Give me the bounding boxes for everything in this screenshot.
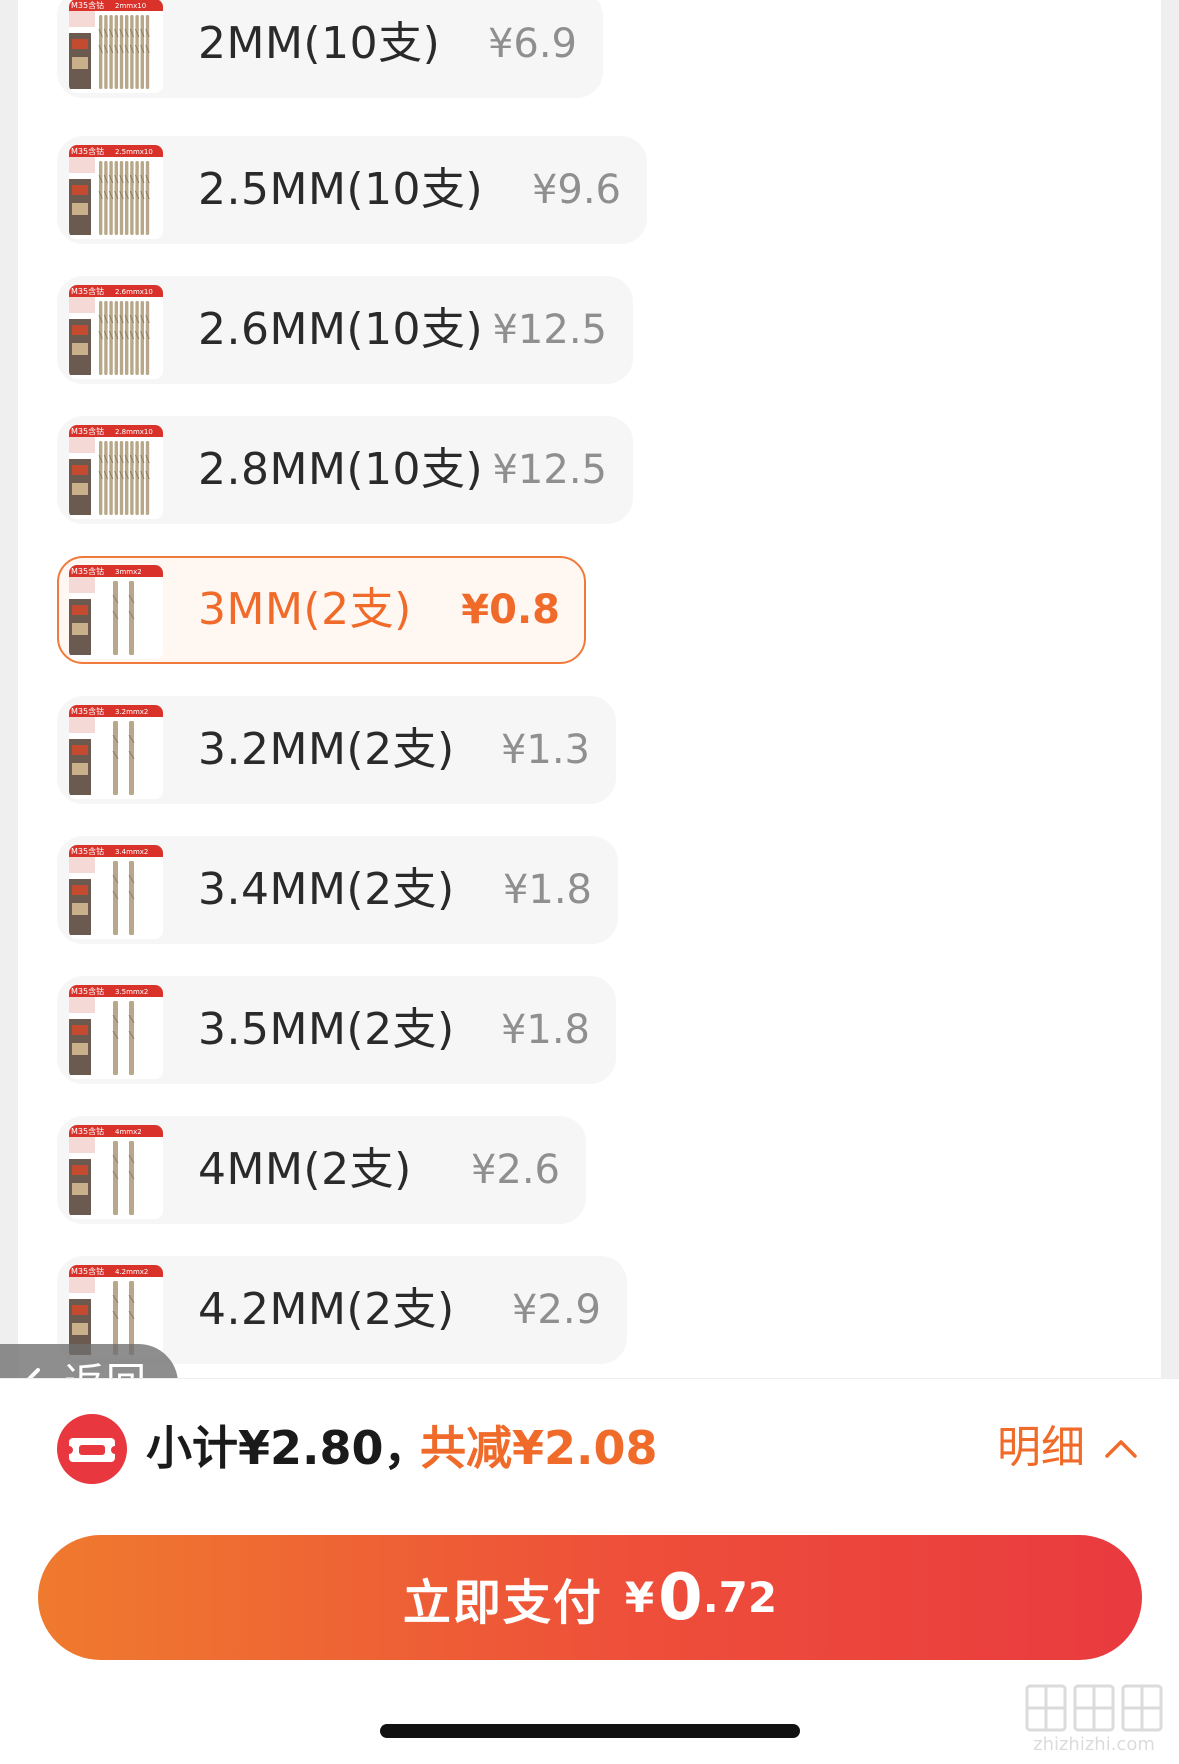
thumb-badge-text: M35含钴 <box>71 706 104 716</box>
spec-option-label: 2.5MM(10支) <box>198 164 484 215</box>
detail-label: 明细 <box>997 1422 1085 1473</box>
thumb-badge-text: M35含钴 <box>71 426 104 436</box>
pay-now-button[interactable]: 立即支付 ¥ 0 .72 <box>38 1535 1142 1660</box>
discount-text: 共减¥2.08 <box>420 1421 658 1475</box>
coupon-icon <box>57 1414 127 1484</box>
drill-bit-package-image: M35含钴 4mmx2 <box>69 1125 163 1219</box>
spec-option-3-4mm[interactable]: M35含钴 3.4mmx2 3.4MM(2支) ¥1.8 <box>57 836 618 944</box>
product-thumbnail: M35含钴 3.4mmx2 <box>69 845 163 939</box>
spec-option-label: 3MM(2支) <box>198 584 412 635</box>
spec-option-price: ¥9.6 <box>531 167 621 213</box>
product-thumbnail: M35含钴 3mmx2 <box>69 565 163 659</box>
spec-option-2-6mm[interactable]: M35含钴 2.6mmx10 2.6MM(10支) ¥12.5 <box>57 276 633 384</box>
spec-option-2-8mm[interactable]: M35含钴 2.8mmx10 2.8MM(10支) ¥12.5 <box>57 416 633 524</box>
thumb-badge-text: M35含钴 <box>71 566 104 576</box>
spec-option-price: ¥2.9 <box>511 1287 601 1333</box>
spec-option-price: ¥1.8 <box>500 1007 590 1053</box>
product-thumbnail: M35含钴 2.8mmx10 <box>69 425 163 519</box>
price-detail-toggle[interactable]: 明细 <box>997 1412 1139 1484</box>
drill-bit-package-image: M35含钴 2.5mmx10 <box>69 145 163 239</box>
spec-option-price: ¥1.8 <box>502 867 592 913</box>
spec-option-price: ¥12.5 <box>492 307 607 353</box>
pay-now-label: 立即支付 <box>402 1574 603 1631</box>
drill-bit-package-image: M35含钴 3mmx2 <box>69 565 163 659</box>
spec-option-list[interactable]: M35含钴 2mmx10 2MM(10支) ¥6.9 M35含钴 2.5mmx10 … <box>0 0 1179 1378</box>
spec-option-label: 2MM(10支) <box>198 18 441 69</box>
thumb-spec-text: 3.5mmx2 <box>115 988 148 996</box>
spec-option-label: 3.2MM(2支) <box>198 724 455 775</box>
thumb-badge-text: M35含钴 <box>71 286 104 296</box>
chevron-up-icon <box>1105 1440 1137 1458</box>
drill-bit-package-image: M35含钴 3.5mmx2 <box>69 985 163 1079</box>
spec-option-2mm[interactable]: M35含钴 2mmx10 2MM(10支) ¥6.9 <box>57 0 603 98</box>
drill-bit-package-image: M35含钴 2mmx10 <box>69 0 163 93</box>
product-thumbnail: M35含钴 4mmx2 <box>69 1125 163 1219</box>
drill-bit-package-image: M35含钴 2.6mmx10 <box>69 285 163 379</box>
thumb-badge-text: M35含钴 <box>71 0 104 10</box>
spec-option-3-2mm[interactable]: M35含钴 3.2mmx2 3.2MM(2支) ¥1.3 <box>57 696 616 804</box>
spec-option-price: ¥12.5 <box>492 447 607 493</box>
thumb-spec-text: 3mmx2 <box>115 568 142 576</box>
thumb-badge-text: M35含钴 <box>71 846 104 856</box>
drill-bit-package-image: M35含钴 3.2mmx2 <box>69 705 163 799</box>
product-thumbnail: M35含钴 2.6mmx10 <box>69 285 163 379</box>
spec-option-3mm[interactable]: M35含钴 3mmx2 3MM(2支) ¥0.8 <box>57 556 586 664</box>
spec-option-3-5mm[interactable]: M35含钴 3.5mmx2 3.5MM(2支) ¥1.8 <box>57 976 616 1084</box>
product-thumbnail: M35含钴 3.5mmx2 <box>69 985 163 1079</box>
thumb-spec-text: 3.2mmx2 <box>115 708 148 716</box>
thumb-badge-text: M35含钴 <box>71 1266 104 1276</box>
home-indicator <box>380 1724 800 1738</box>
subtotal-text: 小计¥2.80， <box>146 1421 430 1475</box>
pay-amount-decimal: .72 <box>702 1573 778 1622</box>
spec-option-price: ¥0.8 <box>461 587 560 633</box>
thumb-badge-text: M35含钴 <box>71 986 104 996</box>
spec-option-label: 2.8MM(10支) <box>198 444 484 495</box>
product-thumbnail: M35含钴 2.5mmx10 <box>69 145 163 239</box>
drill-bit-package-image: M35含钴 3.4mmx2 <box>69 845 163 939</box>
drill-bit-package-image: M35含钴 2.8mmx10 <box>69 425 163 519</box>
spec-option-label: 3.5MM(2支) <box>198 1004 455 1055</box>
thumb-spec-text: 2.5mmx10 <box>115 148 153 156</box>
thumb-badge-text: M35含钴 <box>71 146 104 156</box>
product-thumbnail: M35含钴 3.2mmx2 <box>69 705 163 799</box>
site-watermark: zhizhizhi.com <box>1019 1680 1169 1760</box>
spec-option-price: ¥1.3 <box>500 727 590 773</box>
spec-option-price: ¥6.9 <box>487 21 577 67</box>
thumb-badge-text: M35含钴 <box>71 1126 104 1136</box>
thumb-spec-text: 4mmx2 <box>115 1128 142 1136</box>
spec-option-label: 3.4MM(2支) <box>198 864 455 915</box>
thumb-spec-text: 2.8mmx10 <box>115 428 153 436</box>
watermark-logo <box>1025 1684 1163 1732</box>
spec-option-4mm[interactable]: M35含钴 4mmx2 4MM(2支) ¥2.6 <box>57 1116 586 1224</box>
thumb-spec-text: 2mmx10 <box>115 2 146 10</box>
watermark-text: zhizhizhi.com <box>1033 1734 1155 1755</box>
thumb-spec-text: 4.2mmx2 <box>115 1268 148 1276</box>
thumb-spec-text: 2.6mmx10 <box>115 288 153 296</box>
spec-option-label: 4.2MM(2支) <box>198 1284 455 1335</box>
product-thumbnail: M35含钴 2mmx10 <box>69 0 163 93</box>
spec-option-2-5mm[interactable]: M35含钴 2.5mmx10 2.5MM(10支) ¥9.6 <box>57 136 647 244</box>
pay-amount-integer: 0 <box>658 1560 703 1635</box>
spec-option-label: 4MM(2支) <box>198 1144 412 1195</box>
pay-currency: ¥ <box>624 1573 655 1622</box>
spec-option-label: 2.6MM(10支) <box>198 304 484 355</box>
spec-option-price: ¥2.6 <box>470 1147 560 1193</box>
thumb-spec-text: 3.4mmx2 <box>115 848 148 856</box>
